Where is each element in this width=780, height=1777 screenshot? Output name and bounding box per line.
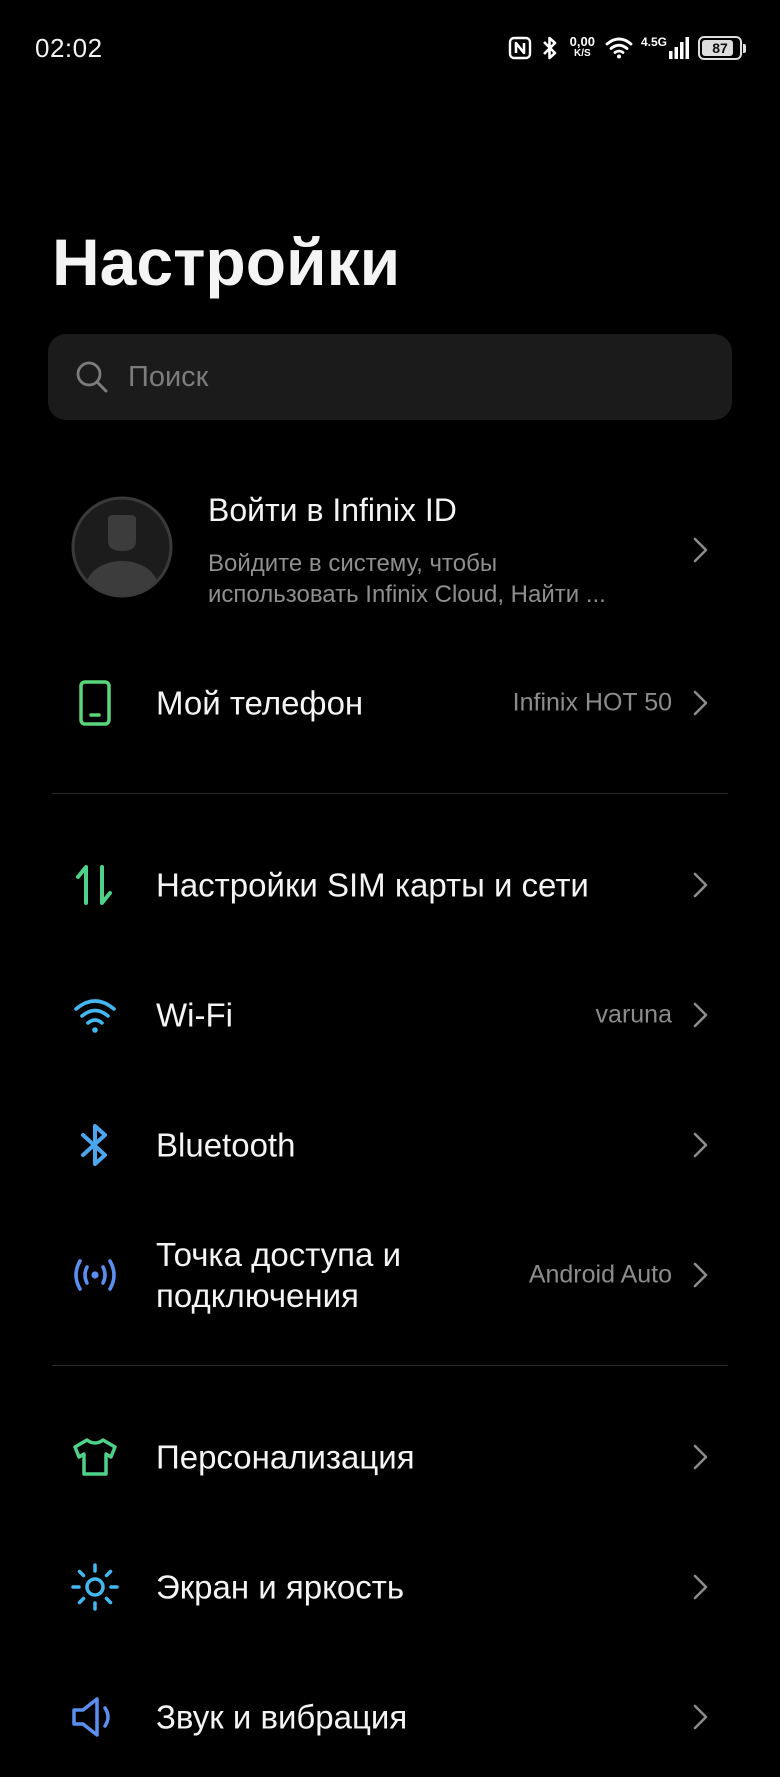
account-signin-item[interactable]: Войти в Infinix ID Войдите в систему, чт… <box>0 470 780 630</box>
page-title: Настройки <box>52 225 401 299</box>
chevron-right-icon <box>693 537 708 563</box>
nfc-icon <box>508 36 531 60</box>
settings-item-sound[interactable]: Звук и вибрация <box>0 1662 780 1772</box>
settings-item-personalization[interactable]: Персонализация <box>0 1402 780 1512</box>
bluetooth-icon <box>70 1120 120 1170</box>
brightness-icon <box>70 1562 120 1612</box>
search-icon <box>76 361 108 393</box>
chevron-right-icon <box>693 1574 708 1600</box>
net-speed: 0,00 K/S <box>569 34 595 60</box>
settings-item-hotspot[interactable]: Точка доступа и подключения Android Auto <box>0 1220 780 1330</box>
speaker-icon <box>70 1692 120 1742</box>
chevron-right-icon <box>693 872 708 898</box>
item-label: Экран и яркость <box>156 1568 405 1606</box>
settings-item-sim-network[interactable]: Настройки SIM карты и сети <box>0 830 780 940</box>
chevron-right-icon <box>693 690 708 716</box>
battery-nub <box>743 43 746 53</box>
chevron-right-icon <box>693 1002 708 1028</box>
status-bar: 02:02 0,00 K/S 4.5G 87 <box>0 0 780 100</box>
divider <box>52 1365 728 1366</box>
account-subtitle-line1: Войдите в систему, чтобы <box>208 550 498 577</box>
battery-level: 87 <box>712 40 728 56</box>
network-type: 4.5G <box>640 35 667 49</box>
chevron-right-icon <box>693 1704 708 1730</box>
account-title: Войти в Infinix ID <box>208 492 457 528</box>
account-subtitle-line2: использовать Infinix Cloud, Найти ... <box>208 581 606 608</box>
chevron-right-icon <box>693 1444 708 1470</box>
search-bar[interactable] <box>48 334 732 420</box>
sim-network-icon <box>70 860 120 910</box>
item-label: Bluetooth <box>156 1126 296 1164</box>
item-label: Мой телефон <box>156 684 364 722</box>
search-input[interactable] <box>128 360 688 394</box>
bluetooth-icon <box>542 36 556 60</box>
phone-icon <box>70 678 120 728</box>
item-value: Infinix HOT 50 <box>512 688 672 717</box>
net-speed-unit: K/S <box>573 48 591 59</box>
settings-item-display[interactable]: Экран и яркость <box>0 1532 780 1642</box>
item-label-line2: подключения <box>156 1277 359 1314</box>
chevron-right-icon <box>693 1262 708 1288</box>
wifi-icon <box>70 990 120 1040</box>
item-label: Точка доступа и подключения <box>156 1234 401 1316</box>
hotspot-icon <box>70 1250 120 1300</box>
net-speed-value: 0,00 <box>569 34 595 49</box>
chevron-right-icon <box>693 1132 708 1158</box>
status-time: 02:02 <box>35 33 103 63</box>
settings-item-my-phone[interactable]: Мой телефон Infinix HOT 50 <box>0 648 780 758</box>
settings-item-wifi[interactable]: Wi-Fi varuna <box>0 960 780 1070</box>
account-subtitle: Войдите в систему, чтобы использовать In… <box>208 548 658 610</box>
divider <box>52 793 728 794</box>
cellular-group: 4.5G <box>641 36 690 60</box>
tshirt-icon <box>70 1432 120 1482</box>
battery-icon: 87 <box>698 36 742 60</box>
item-value: varuna <box>595 1000 672 1029</box>
cellular-signal-icon <box>669 37 689 59</box>
status-icons: 0,00 K/S 4.5G 87 <box>508 30 746 66</box>
avatar-icon <box>71 496 173 598</box>
item-label: Персонализация <box>156 1438 415 1476</box>
battery-group: 87 <box>698 36 746 60</box>
item-label-line1: Точка доступа и <box>156 1236 402 1273</box>
settings-item-bluetooth[interactable]: Bluetooth <box>0 1090 780 1200</box>
item-value: Android Auto <box>528 1260 672 1289</box>
item-label: Звук и вибрация <box>156 1698 408 1736</box>
wifi-icon <box>605 37 633 59</box>
item-label: Wi-Fi <box>156 996 233 1034</box>
item-label: Настройки SIM карты и сети <box>156 866 589 904</box>
